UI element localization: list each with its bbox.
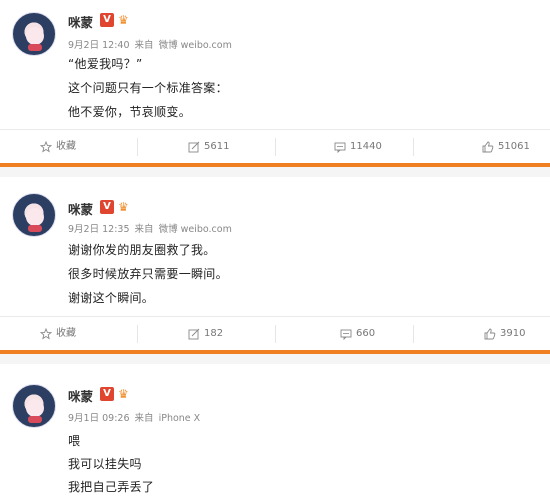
post-text-line: 很多时候放弃只需要一瞬间。 (68, 267, 228, 281)
post-text-line: 他不爱你，节哀顺变。 (68, 105, 192, 119)
weibo-post-2: 咪蒙 V ♛ 9月2日 12:35 来自 微博 weibo.com 谢谢你发的朋… (0, 177, 550, 355)
crown-icon: ♛ (118, 13, 129, 27)
post-text-line: 我把自己弄丢了 (68, 480, 155, 494)
verified-badge-icon: V (100, 387, 114, 401)
comment-icon (340, 329, 352, 340)
crown-icon: ♛ (118, 387, 129, 401)
username[interactable]: 咪蒙 (68, 386, 93, 405)
post-date[interactable]: 9月2日 12:35 (68, 224, 130, 235)
like-button[interactable]: 3910 (484, 317, 525, 351)
avatar-bow (28, 44, 42, 51)
post-source[interactable]: 微博 weibo.com (159, 40, 232, 51)
username[interactable]: 咪蒙 (68, 199, 93, 218)
divider (413, 138, 414, 156)
avatar[interactable] (12, 193, 56, 237)
avatar[interactable] (12, 12, 56, 56)
avatar-bow (28, 225, 42, 232)
comment-button[interactable]: 660 (340, 317, 375, 351)
post-separator (0, 350, 550, 364)
via-label: 来自 (134, 40, 154, 51)
comment-count: 660 (356, 328, 376, 339)
divider (275, 138, 276, 156)
via-label: 来自 (134, 224, 154, 235)
like-count: 3910 (500, 328, 526, 339)
comment-button[interactable]: 11440 (334, 130, 382, 164)
verified-badge-icon: V (100, 13, 114, 27)
star-icon (40, 141, 52, 153)
post-text-line: 谢谢这个瞬间。 (68, 291, 155, 305)
post-meta: 9月2日 12:40 来自 微博 weibo.com (68, 37, 234, 51)
repost-count: 5611 (204, 141, 230, 152)
like-button[interactable]: 51061 (482, 130, 530, 164)
post-date[interactable]: 9月1日 09:26 (68, 413, 130, 424)
avatar-bow (28, 416, 42, 423)
post-text-line: 喂 (68, 434, 81, 448)
avatar[interactable] (12, 384, 56, 428)
post-actions-bar: 收藏 5611 11440 51061 (0, 129, 550, 163)
thumbs-up-icon (484, 328, 496, 340)
avatar-face (26, 399, 44, 417)
favorite-label: 收藏 (56, 328, 76, 339)
post-meta: 9月1日 09:26 来自 iPhone X (68, 410, 202, 424)
post-source[interactable]: iPhone X (159, 413, 201, 424)
post-text-line: “他爱我吗？” (68, 57, 143, 71)
post-actions-bar: 收藏 182 660 3910 (0, 316, 550, 350)
repost-count: 182 (204, 328, 224, 339)
avatar-face (26, 208, 44, 226)
post-text-line: 我可以挂失吗 (68, 457, 142, 471)
repost-button[interactable]: 5611 (188, 130, 229, 164)
thumbs-up-icon (482, 141, 494, 153)
divider (413, 325, 414, 343)
repost-icon (188, 328, 200, 340)
post-date[interactable]: 9月2日 12:40 (68, 40, 130, 51)
like-count: 51061 (498, 141, 530, 152)
via-label: 来自 (134, 413, 154, 424)
post-meta: 9月2日 12:35 来自 微博 weibo.com (68, 221, 234, 235)
favorite-button[interactable]: 收藏 (40, 317, 76, 351)
favorite-button[interactable]: 收藏 (40, 130, 76, 164)
verified-badge-icon: V (100, 200, 114, 214)
divider (137, 325, 138, 343)
post-text-line: 谢谢你发的朋友圈救了我。 (68, 243, 216, 257)
favorite-label: 收藏 (56, 141, 76, 152)
repost-button[interactable]: 182 (188, 317, 223, 351)
divider (137, 138, 138, 156)
accent-bar (0, 163, 550, 167)
post-text-line: 这个问题只有一个标准答案： (68, 81, 228, 95)
divider (275, 325, 276, 343)
star-icon (40, 328, 52, 340)
username[interactable]: 咪蒙 (68, 12, 93, 31)
avatar-face (26, 27, 44, 45)
post-separator (0, 163, 550, 177)
comment-icon (334, 142, 346, 153)
post-source[interactable]: 微博 weibo.com (159, 224, 232, 235)
repost-icon (188, 141, 200, 153)
weibo-post-1: 咪蒙 V ♛ 9月2日 12:40 来自 微博 weibo.com “他爱我吗？… (0, 0, 550, 172)
comment-count: 11440 (350, 141, 382, 152)
accent-bar (0, 350, 550, 354)
crown-icon: ♛ (118, 200, 129, 214)
weibo-post-3: 咪蒙 V ♛ 9月1日 09:26 来自 iPhone X 喂 我可以挂失吗 我… (0, 364, 550, 498)
